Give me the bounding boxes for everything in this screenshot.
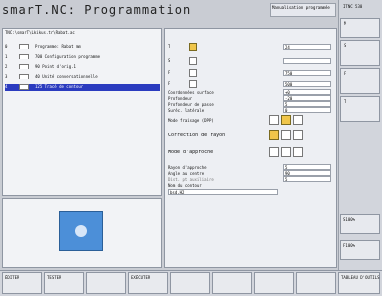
side-key-s[interactable]: S <box>340 40 380 66</box>
parameter-form: T 24 S F 750 F 500 Coordonnées surface +… <box>164 28 337 268</box>
plunge-depth-label: Profondeur de passe <box>168 102 214 107</box>
milling-mode-label: Mode fraisage (DPP) <box>168 118 214 123</box>
tree-row-num: 0 <box>5 44 8 49</box>
softkey-edit-label: ÉDITER <box>5 275 20 280</box>
tree-row-label: 40 Unité conversationnelle <box>35 74 98 79</box>
program-tree: TNC:\smarT\Lkikus.tr\Rabat.ac 0 Programm… <box>2 28 162 196</box>
side-key-t-label: T <box>344 99 347 104</box>
tree-row-2[interactable]: 2 90 Point d'orig.1 <box>5 64 155 69</box>
conventional-mode-icon[interactable] <box>281 115 291 125</box>
softkey-run[interactable]: EXÉCUTER <box>128 272 168 294</box>
approach-tangent-icon[interactable] <box>293 147 303 157</box>
tree-row-3[interactable]: 3 40 Unité conversationnelle <box>5 74 155 79</box>
mode-indicator: Manualisation programmée <box>270 3 336 17</box>
spindle-icon <box>189 57 197 65</box>
spindle-speed-field[interactable] <box>283 58 331 64</box>
form-row-label: F <box>168 81 171 86</box>
approach-arc-icon[interactable] <box>269 147 279 157</box>
radius-right-icon[interactable] <box>281 130 291 140</box>
softkey-run-label: EXÉCUTER <box>131 275 151 280</box>
tree-row-label: 125 Tracé de contour <box>35 84 84 89</box>
mode-option-icon[interactable] <box>293 115 303 125</box>
fan-icon <box>75 225 87 237</box>
control-label: ITNC 530 <box>343 4 363 9</box>
speed-override-slider[interactable]: S100% <box>340 214 380 234</box>
tool-number-field[interactable]: 24 <box>283 44 331 50</box>
tool-icon <box>189 43 197 51</box>
surface-label: Coordonnées surface <box>168 90 214 95</box>
tree-row-1[interactable]: 1 700 Configuration programme <box>5 54 155 59</box>
tree-row-label: 700 Configuration programme <box>35 54 101 59</box>
form-row-label: T <box>168 44 171 49</box>
tree-row-num: 4 <box>5 84 8 89</box>
speed-override-label: S100% <box>343 217 356 222</box>
side-key-m-label: M <box>344 21 347 26</box>
softkey-empty-1[interactable] <box>86 272 126 294</box>
approach-line-icon[interactable] <box>281 147 291 157</box>
radius-none-icon[interactable] <box>293 130 303 140</box>
softkey-empty-2[interactable] <box>170 272 210 294</box>
side-allowance-label: Suréc. latérale <box>168 108 205 113</box>
softkey-empty-4[interactable] <box>254 272 294 294</box>
softkey-test[interactable]: TESTER <box>44 272 84 294</box>
milling-feed-field[interactable]: 500 <box>283 81 331 87</box>
feed-override-slider[interactable]: F100% <box>340 240 380 260</box>
tree-row-label: 90 Point d'orig.1 <box>35 64 76 69</box>
program-icon <box>19 44 29 49</box>
softkey-empty-5[interactable] <box>296 272 336 294</box>
tree-row-label: Programme: Rabat mm <box>35 44 81 49</box>
feed-depth-icon <box>189 69 197 77</box>
side-key-f[interactable]: F <box>340 68 380 94</box>
graphic-preview <box>2 198 162 268</box>
side-key-m[interactable]: M <box>340 18 380 38</box>
climb-mode-icon[interactable] <box>269 115 279 125</box>
softkey-edit[interactable]: ÉDITER <box>2 272 42 294</box>
unit-icon <box>19 74 29 79</box>
feed-xy-icon <box>189 80 197 88</box>
side-key-s-label: S <box>344 43 347 48</box>
aux-point-field[interactable]: 5 <box>283 176 331 182</box>
contour-name-field[interactable]: bsd.H2 <box>168 189 278 195</box>
config-icon <box>19 54 29 59</box>
plunge-feed-field[interactable]: 750 <box>283 70 331 76</box>
softkey-tool-table-label: TABLEAU D'OUTILS <box>341 275 380 280</box>
form-row-label: S <box>168 58 171 63</box>
softkey-tool-table[interactable]: TABLEAU D'OUTILS <box>338 272 380 294</box>
tree-row-4[interactable]: 4 125 Tracé de contour <box>5 84 160 91</box>
feed-override-label: F100% <box>343 243 356 248</box>
aux-point-label: Dist. pt auxiliaire <box>168 177 214 182</box>
tree-row-num: 1 <box>5 54 8 59</box>
contour-name-label: Nom du contour <box>168 183 202 188</box>
datum-icon <box>19 64 29 69</box>
radius-comp-label: Correction de rayon <box>168 133 226 138</box>
approach-radius-label: Rayon d'approche <box>168 165 207 170</box>
depth-label: Profondeur <box>168 96 193 101</box>
contour-icon <box>19 84 29 90</box>
center-angle-label: Angle au centre <box>168 171 205 176</box>
radius-left-icon[interactable] <box>269 130 279 140</box>
tree-row-num: 3 <box>5 74 8 79</box>
tree-row-0[interactable]: 0 Programme: Rabat mm <box>5 44 155 49</box>
approach-mode-label: Mode d'approche <box>168 150 214 155</box>
side-allowance-field[interactable]: 0 <box>283 107 331 113</box>
tree-row-num: 2 <box>5 64 8 69</box>
softkey-test-label: TESTER <box>47 275 62 280</box>
form-row-label: F <box>168 70 171 75</box>
app-title: smarT.NC: Programmation <box>2 3 192 17</box>
tree-path: TNC:\smarT\Lkikus.tr\Rabat.ac <box>5 30 75 35</box>
softkey-empty-3[interactable] <box>212 272 252 294</box>
side-key-f-label: F <box>344 71 347 76</box>
side-key-t[interactable]: T <box>340 96 380 122</box>
